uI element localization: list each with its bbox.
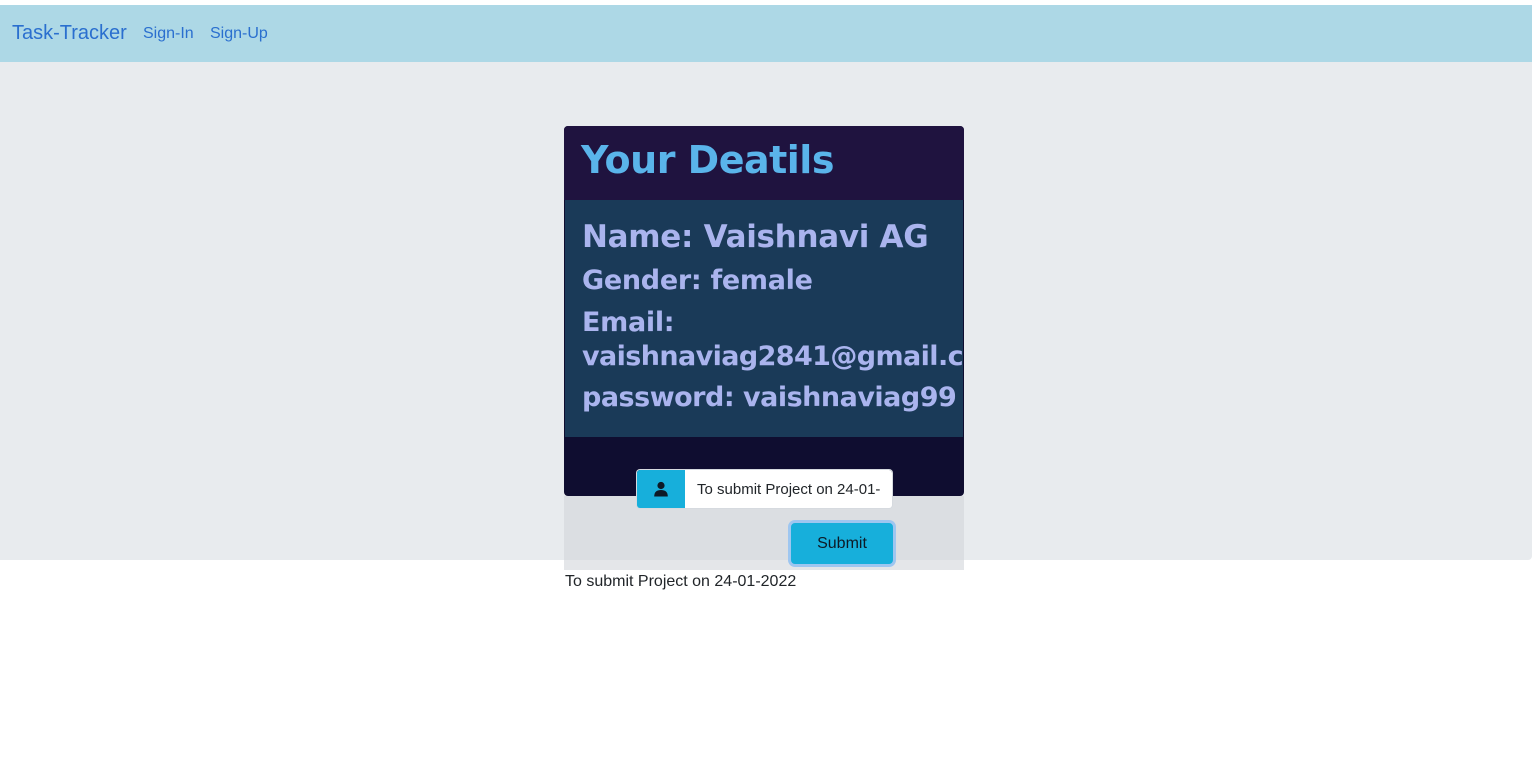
- card-body: Name: Vaishnavi AG Gender: female Email:…: [564, 200, 964, 437]
- detail-name: Name: Vaishnavi AG: [582, 219, 929, 255]
- user-icon: [637, 470, 685, 508]
- navbar: Task-Tracker Sign-In Sign-Up: [0, 5, 1532, 62]
- user-icon-glyph: [654, 481, 668, 497]
- submit-button[interactable]: Submit: [791, 523, 893, 564]
- task-input[interactable]: [685, 470, 892, 508]
- detail-email-label: Email:: [582, 307, 675, 338]
- nav-link-sign-in[interactable]: Sign-In: [143, 25, 194, 43]
- card-header: Your Deatils: [564, 126, 964, 200]
- detail-email-value: vaishnaviag2841@gmail.com: [582, 341, 964, 372]
- details-card: Your Deatils Name: Vaishnavi AG Gender: …: [564, 126, 964, 496]
- brand-link[interactable]: Task-Tracker: [12, 22, 127, 45]
- detail-gender: Gender: female: [582, 265, 813, 296]
- card-title: Your Deatils: [581, 138, 834, 182]
- task-input-group: [637, 470, 892, 508]
- task-list-item: To submit Project on 24-01-2022: [565, 573, 797, 590]
- detail-password: password: vaishnaviag99: [582, 382, 957, 413]
- nav-link-sign-up[interactable]: Sign-Up: [210, 25, 268, 43]
